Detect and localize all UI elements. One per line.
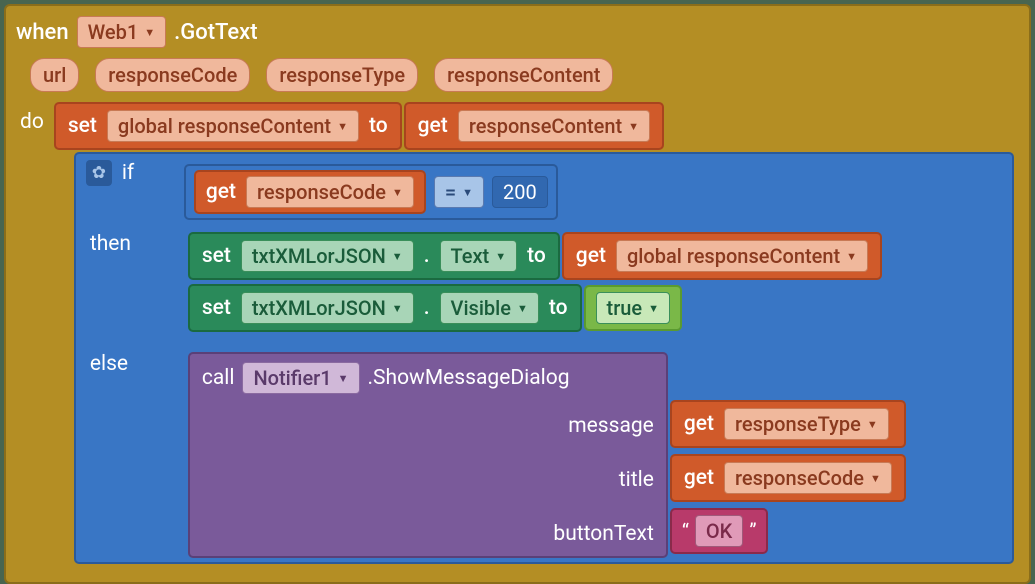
var-dropdown-global-responsecontent[interactable]: global responseContent ▼ <box>107 110 359 142</box>
if-label: if <box>122 161 174 185</box>
param-responsecontent[interactable]: responseContent <box>434 58 613 92</box>
set-text-row: set txtXMLorJSON ▼ . Text ▼ <box>188 232 882 280</box>
chevron-down-icon: ▼ <box>392 186 403 199</box>
comp-dropdown-txtxmlorjson2[interactable]: txtXMLorJSON ▼ <box>241 292 414 324</box>
chevron-down-icon: ▼ <box>648 302 659 315</box>
var-dropdown-responsecontent[interactable]: responseContent ▼ <box>458 110 650 142</box>
get-responsecode2[interactable]: get responseCode ▼ <box>670 454 906 502</box>
chevron-down-icon: ▼ <box>846 250 857 263</box>
chevron-down-icon: ▼ <box>338 372 349 385</box>
operator-dropdown[interactable]: = ▼ <box>434 176 484 208</box>
event-header: when Web1 ▼ .GotText <box>16 14 1019 54</box>
if-block[interactable]: ✿ if get responseCode <box>74 152 1014 564</box>
chevron-down-icon: ▼ <box>392 302 403 315</box>
chevron-down-icon: ▼ <box>337 120 348 133</box>
bool-dropdown-true[interactable]: true ▼ <box>596 292 670 324</box>
get-responsetype[interactable]: get responseType ▼ <box>670 400 906 448</box>
event-params-row: url responseCode responseType responseCo… <box>16 54 1019 102</box>
set-visible-block[interactable]: set txtXMLorJSON ▼ . Visible ▼ <box>188 284 582 332</box>
gear-icon[interactable]: ✿ <box>86 160 112 186</box>
var-dropdown-responsecode2[interactable]: responseCode ▼ <box>724 462 892 494</box>
compare-block[interactable]: get responseCode ▼ = ▼ <box>184 164 558 220</box>
arg-title-label: title <box>619 468 654 492</box>
text-value-ok[interactable]: OK <box>695 515 743 547</box>
param-responsecode[interactable]: responseCode <box>95 58 250 92</box>
comp-dropdown-notifier1[interactable]: Notifier1 ▼ <box>242 362 359 394</box>
get-block-responsecode[interactable]: get responseCode ▼ <box>194 170 426 214</box>
set-global-responsecontent-row: set global responseContent ▼ to get resp… <box>54 102 1019 150</box>
if-condition-row: get responseCode ▼ = ▼ <box>184 160 1002 224</box>
var-dropdown-responsetype[interactable]: responseType ▼ <box>724 408 889 440</box>
chevron-down-icon: ▼ <box>870 472 881 485</box>
chevron-down-icon: ▼ <box>495 250 506 263</box>
get-global-responsecontent[interactable]: get global responseContent ▼ <box>562 232 882 280</box>
when-label: when <box>16 20 69 45</box>
param-url[interactable]: url <box>30 58 79 92</box>
arg-message-label: message <box>568 414 654 438</box>
comp-dropdown-txtxmlorjson[interactable]: txtXMLorJSON ▼ <box>241 240 414 272</box>
do-label: do <box>16 102 44 134</box>
chevron-down-icon: ▼ <box>462 186 473 199</box>
param-responsetype[interactable]: responseType <box>266 58 418 92</box>
text-ok-block[interactable]: “ OK ” <box>670 508 769 554</box>
then-label: then <box>86 232 178 256</box>
chevron-down-icon: ▼ <box>628 120 639 133</box>
var-dropdown-responsecode[interactable]: responseCode ▼ <box>246 176 414 208</box>
chevron-down-icon: ▼ <box>392 250 403 263</box>
chevron-down-icon: ▼ <box>144 26 155 39</box>
var-dropdown-global-responsecontent2[interactable]: global responseContent ▼ <box>616 240 868 272</box>
event-block-gottext[interactable]: when Web1 ▼ .GotText url responseCode re… <box>4 4 1031 584</box>
set-text-block[interactable]: set txtXMLorJSON ▼ . Text ▼ <box>188 232 560 280</box>
set-block[interactable]: set global responseContent ▼ to <box>54 102 402 150</box>
arg-buttontext-label: buttonText <box>553 522 653 546</box>
prop-dropdown-visible[interactable]: Visible ▼ <box>440 292 539 324</box>
chevron-down-icon: ▼ <box>867 418 878 431</box>
prop-dropdown-text[interactable]: Text ▼ <box>440 240 518 272</box>
get-block-responsecontent[interactable]: get responseContent ▼ <box>404 102 664 150</box>
set-visible-row: set txtXMLorJSON ▼ . Visible ▼ <box>188 284 882 332</box>
true-block[interactable]: true ▼ <box>584 285 682 331</box>
else-label: else <box>86 352 178 376</box>
chevron-down-icon: ▼ <box>517 302 528 315</box>
number-200[interactable]: 200 <box>492 176 548 208</box>
component-dropdown-web1[interactable]: Web1 ▼ <box>77 16 167 48</box>
call-notifier-block[interactable]: call Notifier1 ▼ .ShowMessageDialog mess… <box>188 352 668 558</box>
event-name-label: .GotText <box>174 20 257 45</box>
